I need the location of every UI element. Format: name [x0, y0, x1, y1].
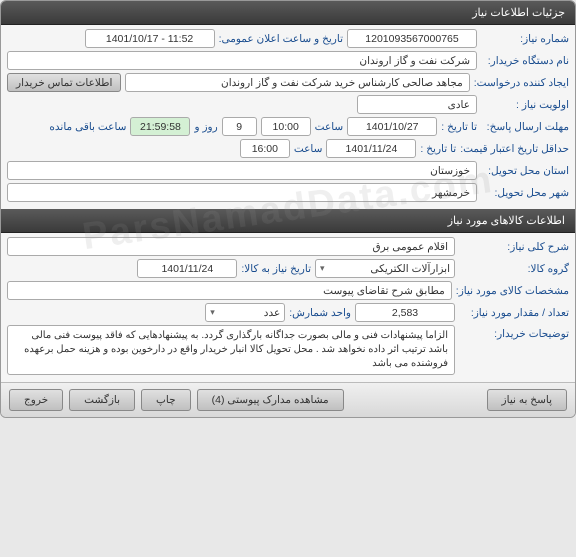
deadline-date-field: 1401/10/27	[347, 117, 437, 136]
section2-header: اطلاعات کالاهای مورد نیاز	[1, 209, 575, 233]
to-date-label: تا تاریخ :	[441, 121, 477, 133]
time-label-1: ساعت	[315, 121, 344, 133]
contact-button[interactable]: اطلاعات تماس خریدار	[7, 73, 121, 92]
validity-label: حداقل تاریخ اعتبار قیمت:	[460, 143, 569, 155]
need-by-label: تاریخ نیاز به کالا:	[241, 263, 311, 275]
close-button[interactable]: خروج	[9, 389, 63, 411]
validity-date-field: 1401/11/24	[326, 139, 416, 158]
province-field: خوزستان	[7, 161, 477, 180]
countdown-field: 21:59:58	[130, 117, 190, 136]
days-remain-field: 9	[222, 117, 257, 136]
priority-label: اولویت نیاز :	[481, 99, 569, 111]
spec-field: مطابق شرح تقاضای پیوست	[7, 281, 452, 300]
back-button[interactable]: بازگشت	[69, 389, 135, 411]
group-dropdown[interactable]: ابزارآلات الکتریکی	[315, 259, 455, 278]
footer-bar: پاسخ به نیاز مشاهده مدارک پیوستی (4) چاپ…	[1, 382, 575, 417]
city-label: شهر محل تحویل:	[481, 187, 569, 199]
deadline-time-field: 10:00	[261, 117, 311, 136]
need-number-label: شماره نیاز:	[481, 33, 569, 45]
province-label: استان محل تحویل:	[481, 165, 569, 177]
group-label: گروه کالا:	[459, 263, 569, 275]
days-word: روز و	[194, 121, 217, 133]
attachments-button[interactable]: مشاهده مدارک پیوستی (4)	[197, 389, 344, 411]
validity-time-field: 16:00	[240, 139, 290, 158]
qty-field: 2,583	[355, 303, 455, 322]
section2-body: شرح کلی نیاز: اقلام عمومی برق گروه کالا:…	[1, 233, 575, 382]
remain-word: ساعت باقی مانده	[49, 121, 126, 133]
announce-field: 1401/10/17 - 11:52	[85, 29, 215, 48]
to-date-label-2: تا تاریخ :	[420, 143, 456, 155]
priority-field: عادی	[357, 95, 477, 114]
respond-button[interactable]: پاسخ به نیاز	[487, 389, 567, 411]
deadline-label: مهلت ارسال پاسخ:	[481, 121, 569, 133]
unit-dropdown[interactable]: عدد	[205, 303, 285, 322]
print-button[interactable]: چاپ	[141, 389, 191, 411]
section1-header: جزئیات اطلاعات نیاز	[1, 1, 575, 25]
city-field: خرمشهر	[7, 183, 477, 202]
buyer-org-field: شرکت نفت و گاز اروندان	[7, 51, 477, 70]
unit-label: واحد شمارش:	[289, 307, 351, 319]
qty-label: تعداد / مقدار مورد نیاز:	[459, 307, 569, 319]
need-number-field: 1201093567000765	[347, 29, 477, 48]
section1-body: شماره نیاز: 1201093567000765 تاریخ و ساع…	[1, 25, 575, 209]
requester-label: ایجاد کننده درخواست:	[474, 77, 569, 89]
announce-label: تاریخ و ساعت اعلان عمومی:	[219, 33, 343, 45]
desc-label: شرح کلی نیاز:	[459, 241, 569, 253]
buyer-org-label: نام دستگاه خریدار:	[481, 55, 569, 67]
time-label-2: ساعت	[294, 143, 323, 155]
requester-field: مجاهد صالحی کارشناس خرید شرکت نفت و گاز …	[125, 73, 469, 92]
desc-field: اقلام عمومی برق	[7, 237, 455, 256]
need-by-field: 1401/11/24	[137, 259, 237, 278]
notes-label: توضیحات خریدار:	[459, 325, 569, 340]
main-container: جزئیات اطلاعات نیاز شماره نیاز: 12010935…	[0, 0, 576, 418]
spec-label: مشخصات کالای مورد نیاز:	[456, 285, 569, 297]
notes-field: الزاما پیشنهادات فنی و مالی بصورت جداگان…	[7, 325, 455, 375]
